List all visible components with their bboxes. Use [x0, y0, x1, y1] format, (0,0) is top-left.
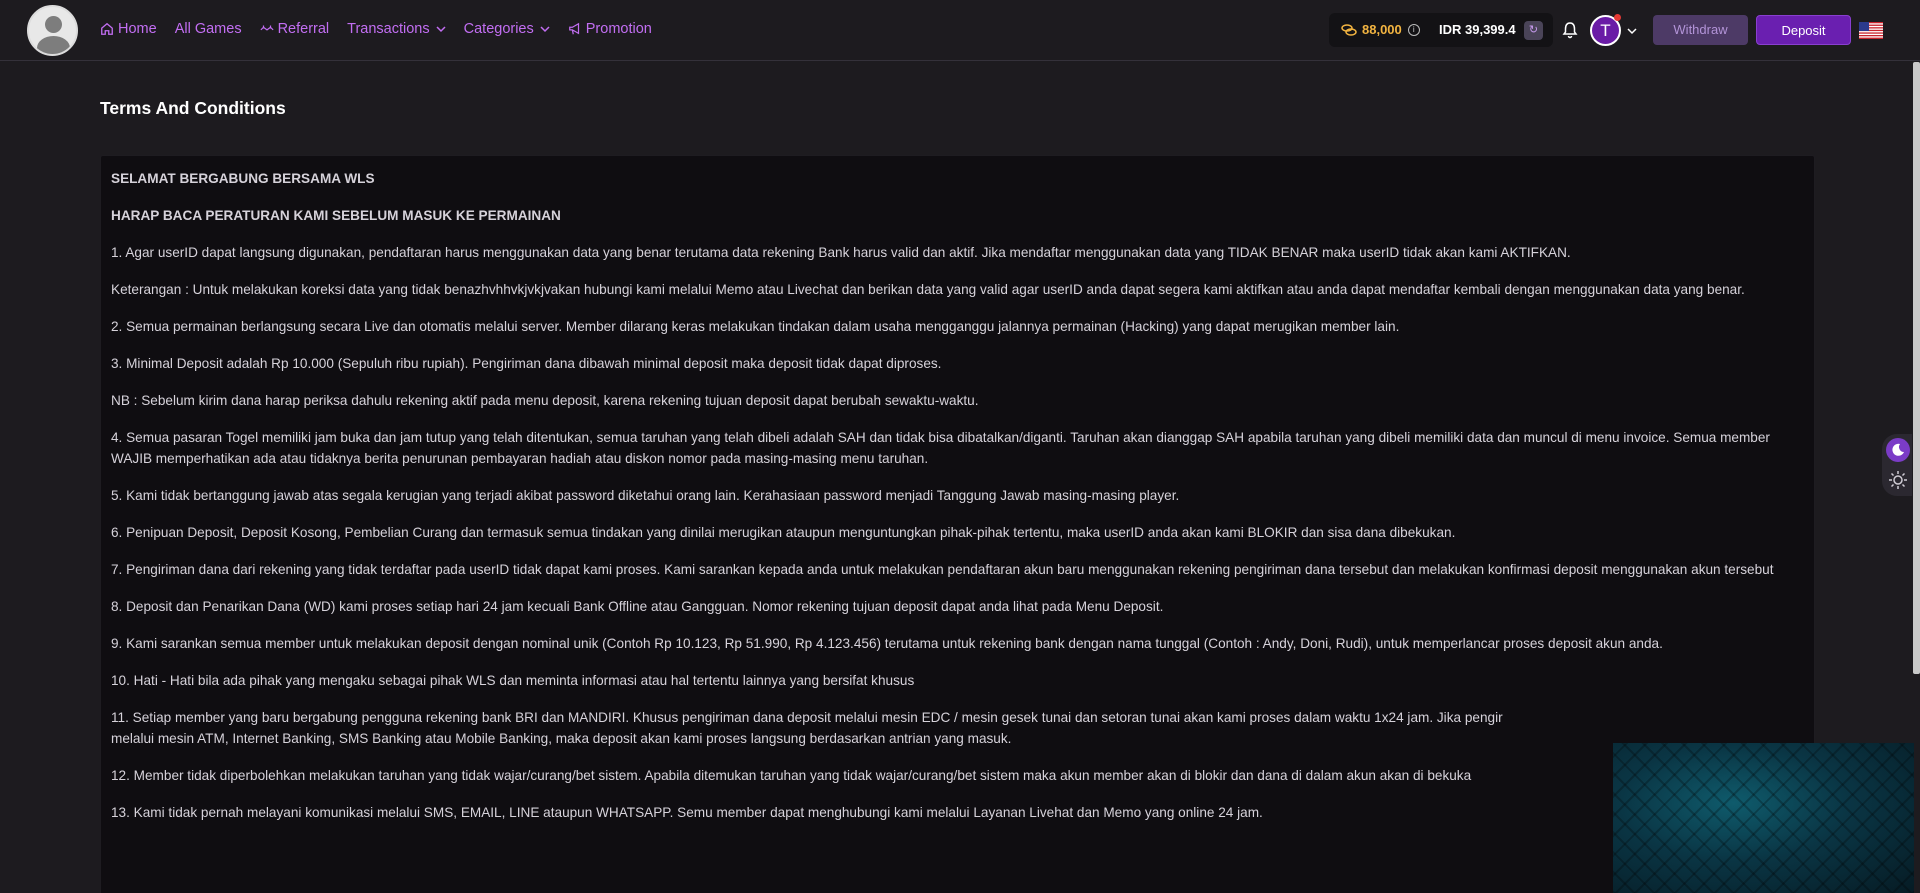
- deposit-button[interactable]: Deposit: [1756, 15, 1851, 45]
- terms-item: Keterangan : Untuk melakukan koreksi dat…: [111, 282, 1745, 297]
- floating-media-overlay[interactable]: [1613, 743, 1914, 893]
- chevron-down-icon: [436, 26, 446, 33]
- nav-all-games-label: All Games: [174, 21, 242, 37]
- nav-home[interactable]: Home: [100, 21, 157, 37]
- theme-toggle: [1882, 434, 1912, 496]
- coins-icon: [1341, 23, 1357, 36]
- nav-referral[interactable]: Referral: [260, 21, 330, 37]
- us-flag-icon[interactable]: [1859, 22, 1883, 39]
- idr-balance: IDR 39,399.4: [1439, 22, 1516, 37]
- page-title: Terms And Conditions: [100, 98, 286, 118]
- terms-item: 13. Kami tidak pernah melayani komunikas…: [111, 805, 1263, 820]
- page-scrollbar[interactable]: [1913, 62, 1920, 674]
- wallet-balance-box: 88,000 i IDR 39,399.4 ↻: [1329, 13, 1553, 47]
- terms-item: 8. Deposit dan Penarikan Dana (WD) kami …: [111, 599, 1164, 614]
- nav-transactions[interactable]: Transactions: [347, 21, 446, 37]
- home-icon: [101, 22, 113, 35]
- terms-heading: SELAMAT BERGABUNG BERSAMA WLS: [111, 171, 375, 186]
- chevron-down-icon: [540, 26, 550, 33]
- dark-mode-button[interactable]: [1886, 438, 1910, 462]
- terms-item: 7. Pengiriman dana dari rekening yang ti…: [111, 562, 1774, 577]
- terms-item-continued: melalui mesin ATM, Internet Banking, SMS…: [111, 731, 1012, 746]
- nav-categories[interactable]: Categories: [464, 21, 550, 37]
- bell-icon[interactable]: [1562, 21, 1578, 39]
- terms-item: NB : Sebelum kirim dana harap periksa da…: [111, 393, 979, 408]
- withdraw-button[interactable]: Withdraw: [1653, 15, 1748, 45]
- terms-item: 10. Hati - Hati bila ada pihak yang meng…: [111, 673, 915, 688]
- chevron-down-icon[interactable]: [1627, 26, 1637, 36]
- megaphone-icon: [568, 22, 579, 35]
- terms-panel: SELAMAT BERGABUNG BERSAMA WLS HARAP BACA…: [100, 155, 1815, 893]
- coin-amount: 88,000: [1362, 22, 1402, 37]
- notification-dot: [1614, 14, 1621, 21]
- site-logo-avatar[interactable]: [27, 5, 78, 56]
- coin-balance: 88,000 i: [1341, 22, 1420, 37]
- referral-icon: [260, 25, 274, 31]
- nav-promotion-label: Promotion: [585, 21, 652, 37]
- nav-home-label: Home: [118, 21, 157, 37]
- terms-item: 5. Kami tidak bertanggung jawab atas seg…: [111, 488, 1180, 503]
- top-navbar: Home All Games Referral Transactions Cat…: [0, 0, 1920, 61]
- terms-item: 6. Penipuan Deposit, Deposit Kosong, Pem…: [111, 525, 1456, 540]
- terms-subheading: HARAP BACA PERATURAN KAMI SEBELUM MASUK …: [111, 208, 561, 223]
- terms-item: 9. Kami sarankan semua member untuk mela…: [111, 636, 1663, 651]
- main-nav: Home All Games Referral Transactions Cat…: [100, 21, 670, 37]
- nav-promotion[interactable]: Promotion: [568, 21, 652, 37]
- nav-referral-label: Referral: [277, 21, 330, 37]
- info-icon[interactable]: i: [1407, 23, 1420, 36]
- nav-transactions-label: Transactions: [347, 21, 430, 37]
- terms-item: 4. Semua pasaran Togel memiliki jam buka…: [111, 430, 1770, 466]
- terms-item: 3. Minimal Deposit adalah Rp 10.000 (Sep…: [111, 356, 942, 371]
- refresh-balance-button[interactable]: ↻: [1524, 21, 1543, 40]
- terms-item: 1. Agar userID dapat langsung digunakan,…: [111, 245, 1571, 260]
- terms-item: 11. Setiap member yang baru bergabung pe…: [111, 710, 1503, 725]
- terms-item: 12. Member tidak diperbolehkan melakukan…: [111, 768, 1472, 783]
- sun-icon[interactable]: [1888, 470, 1908, 490]
- terms-item: 2. Semua permainan berlangsung secara Li…: [111, 319, 1400, 334]
- moon-icon: [1892, 443, 1904, 456]
- nav-categories-label: Categories: [463, 21, 534, 37]
- nav-all-games[interactable]: All Games: [175, 21, 242, 37]
